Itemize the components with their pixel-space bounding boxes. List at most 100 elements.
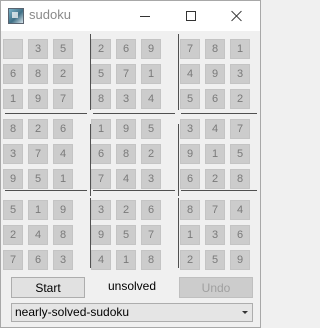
sudoku-cell[interactable]: 8 <box>53 225 73 245</box>
sudoku-cell[interactable]: 2 <box>141 144 161 164</box>
undo-button[interactable]: Undo <box>179 277 253 298</box>
sudoku-cell[interactable]: 7 <box>91 169 111 189</box>
sudoku-cell[interactable]: 1 <box>3 89 23 109</box>
close-icon <box>231 10 243 22</box>
sudoku-cell[interactable]: 3 <box>205 225 225 245</box>
sudoku-cell[interactable]: 9 <box>53 200 73 220</box>
sudoku-cell[interactable]: 2 <box>205 169 225 189</box>
sudoku-cell[interactable]: 1 <box>53 169 73 189</box>
sudoku-cell[interactable]: 6 <box>230 225 250 245</box>
sudoku-cell[interactable]: 9 <box>3 169 23 189</box>
sudoku-cell[interactable]: 5 <box>205 250 225 270</box>
sudoku-cell[interactable]: 1 <box>28 200 48 220</box>
sudoku-cell[interactable]: 9 <box>28 89 48 109</box>
sudoku-cell[interactable]: 2 <box>3 225 23 245</box>
maximize-icon <box>186 11 196 21</box>
app-icon <box>8 8 24 24</box>
start-button[interactable]: Start <box>11 277 85 298</box>
sudoku-cell[interactable]: 8 <box>28 64 48 84</box>
sudoku-cell[interactable]: 7 <box>205 200 225 220</box>
sudoku-cell[interactable]: 4 <box>28 225 48 245</box>
sudoku-cell[interactable]: 3 <box>28 39 48 59</box>
sudoku-cell[interactable]: 2 <box>180 250 200 270</box>
sudoku-cell[interactable]: 2 <box>116 200 136 220</box>
sudoku-cell[interactable]: 3 <box>230 64 250 84</box>
puzzle-select-value: nearly-solved-sudoku <box>15 305 130 319</box>
sudoku-cell[interactable]: 9 <box>180 144 200 164</box>
box-divider-vertical <box>178 124 179 196</box>
sudoku-cell[interactable]: 1 <box>180 225 200 245</box>
sudoku-cell[interactable]: 8 <box>180 200 200 220</box>
sudoku-cell[interactable]: 1 <box>141 64 161 84</box>
box-divider-vertical <box>90 34 91 110</box>
sudoku-cell[interactable]: 2 <box>28 119 48 139</box>
sudoku-cell[interactable]: 1 <box>91 119 111 139</box>
sudoku-cell[interactable]: 6 <box>53 119 73 139</box>
sudoku-cell[interactable]: 8 <box>91 89 111 109</box>
sudoku-cell[interactable]: 2 <box>230 89 250 109</box>
sudoku-cell[interactable]: 5 <box>3 200 23 220</box>
sudoku-cell[interactable]: 5 <box>141 119 161 139</box>
sudoku-cell[interactable]: 5 <box>230 144 250 164</box>
box-divider-horizontal <box>181 113 257 114</box>
sudoku-cell[interactable]: 4 <box>116 169 136 189</box>
minimize-button[interactable] <box>122 1 168 31</box>
sudoku-cell[interactable]: 9 <box>205 64 225 84</box>
sudoku-cell[interactable]: 6 <box>180 169 200 189</box>
sudoku-cell[interactable]: 6 <box>116 39 136 59</box>
sudoku-cell[interactable]: 8 <box>116 144 136 164</box>
sudoku-cell[interactable]: 3 <box>91 200 111 220</box>
sudoku-cell[interactable]: 4 <box>230 200 250 220</box>
sudoku-cell[interactable]: 9 <box>141 39 161 59</box>
sudoku-cell[interactable] <box>3 39 23 59</box>
sudoku-cell[interactable]: 4 <box>91 250 111 270</box>
sudoku-cell[interactable]: 1 <box>230 39 250 59</box>
sudoku-cell[interactable]: 8 <box>3 119 23 139</box>
sudoku-cell[interactable]: 6 <box>91 144 111 164</box>
sudoku-cell[interactable]: 2 <box>53 64 73 84</box>
sudoku-cell[interactable]: 7 <box>53 89 73 109</box>
box-divider-vertical <box>90 198 91 268</box>
sudoku-cell[interactable]: 7 <box>230 119 250 139</box>
sudoku-cell[interactable]: 7 <box>141 225 161 245</box>
sudoku-window: sudoku 352697816825714931978345628261953… <box>0 0 261 328</box>
sudoku-cell[interactable]: 4 <box>141 89 161 109</box>
close-button[interactable] <box>214 1 260 31</box>
sudoku-cell[interactable]: 8 <box>205 39 225 59</box>
sudoku-cell[interactable]: 5 <box>91 64 111 84</box>
sudoku-cell[interactable]: 2 <box>91 39 111 59</box>
sudoku-cell[interactable]: 4 <box>53 144 73 164</box>
sudoku-cell[interactable]: 8 <box>230 169 250 189</box>
sudoku-cell[interactable]: 5 <box>116 225 136 245</box>
sudoku-cell[interactable]: 9 <box>230 250 250 270</box>
sudoku-cell[interactable]: 4 <box>205 119 225 139</box>
puzzle-select[interactable]: nearly-solved-sudoku <box>11 303 253 322</box>
window-title: sudoku <box>29 7 71 22</box>
sudoku-cell[interactable]: 3 <box>53 250 73 270</box>
sudoku-cell[interactable]: 6 <box>205 89 225 109</box>
sudoku-cell[interactable]: 6 <box>28 250 48 270</box>
sudoku-cell[interactable]: 4 <box>180 64 200 84</box>
sudoku-cell[interactable]: 3 <box>141 169 161 189</box>
sudoku-cell[interactable]: 5 <box>53 39 73 59</box>
box-divider-vertical <box>178 198 179 268</box>
sudoku-cell[interactable]: 5 <box>28 169 48 189</box>
sudoku-cell[interactable]: 1 <box>116 250 136 270</box>
sudoku-cell[interactable]: 3 <box>116 89 136 109</box>
sudoku-cell[interactable]: 6 <box>3 64 23 84</box>
sudoku-cell[interactable]: 7 <box>116 64 136 84</box>
sudoku-cell[interactable]: 3 <box>180 119 200 139</box>
sudoku-cell[interactable]: 1 <box>205 144 225 164</box>
sudoku-cell[interactable]: 9 <box>91 225 111 245</box>
sudoku-cell[interactable]: 9 <box>116 119 136 139</box>
sudoku-cell[interactable]: 8 <box>141 250 161 270</box>
sudoku-cell[interactable]: 5 <box>180 89 200 109</box>
sudoku-cell[interactable]: 3 <box>3 144 23 164</box>
title-bar[interactable]: sudoku <box>1 1 260 31</box>
sudoku-cell[interactable]: 7 <box>180 39 200 59</box>
sudoku-cell[interactable]: 7 <box>28 144 48 164</box>
box-divider-horizontal <box>93 190 175 191</box>
sudoku-cell[interactable]: 7 <box>3 250 23 270</box>
sudoku-cell[interactable]: 6 <box>141 200 161 220</box>
maximize-button[interactable] <box>168 1 214 31</box>
